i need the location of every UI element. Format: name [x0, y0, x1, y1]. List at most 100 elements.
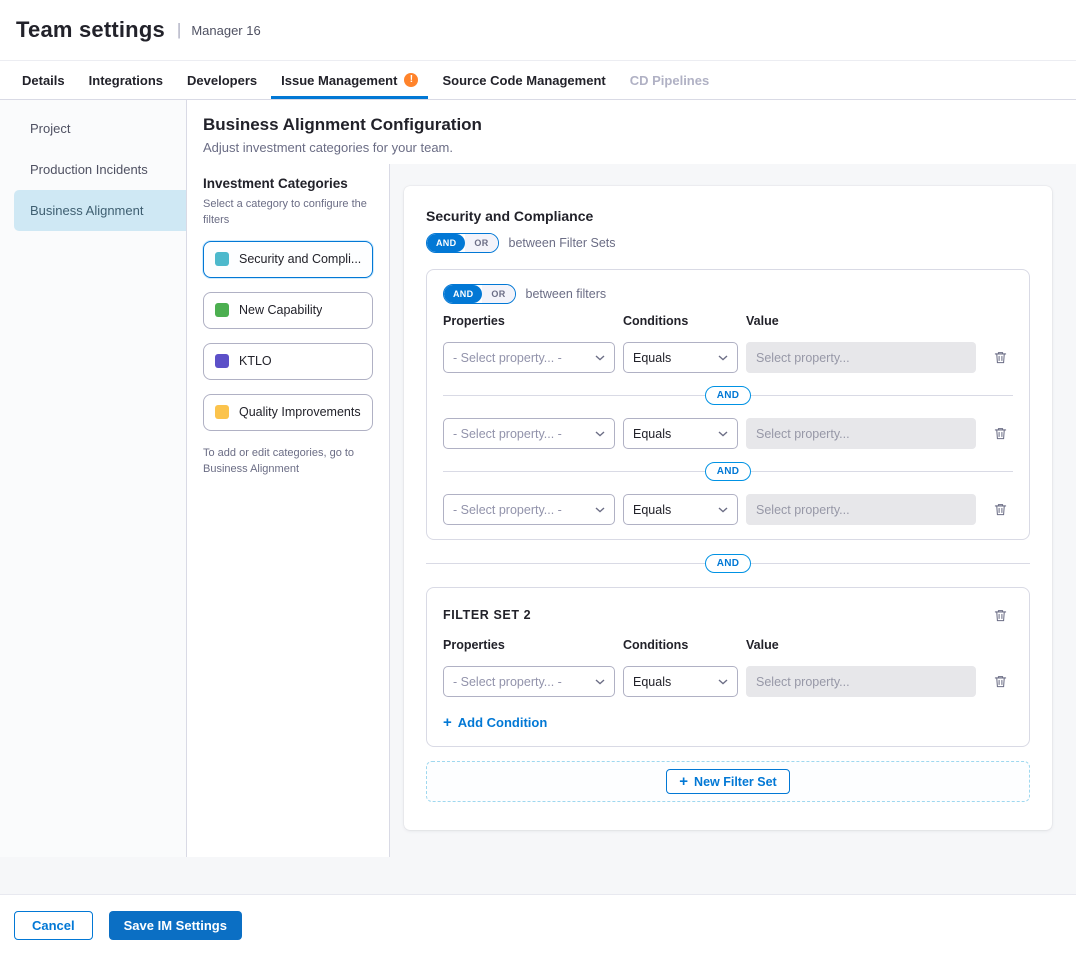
category-color-swatch: [215, 405, 229, 419]
value-column-header: Value: [746, 314, 976, 328]
category-label: KTLO: [239, 354, 272, 368]
delete-row-button[interactable]: [987, 421, 1013, 447]
filter-set-joiner: AND: [426, 554, 1030, 573]
tab-label: Details: [22, 73, 65, 88]
business-alignment-config: Business Alignment Configuration Adjust …: [187, 100, 1076, 857]
plus-icon: +: [443, 715, 452, 730]
value-column-header: Value: [746, 638, 976, 652]
category-color-swatch: [215, 252, 229, 266]
new-filter-set-label: New Filter Set: [694, 775, 777, 789]
tab-developers[interactable]: Developers: [177, 61, 267, 99]
property-select[interactable]: - Select property... -: [443, 418, 615, 449]
between-filter-sets-label: between Filter Sets: [509, 236, 616, 250]
tab-details[interactable]: Details: [12, 61, 75, 99]
title-divider: |: [177, 20, 181, 40]
and-joiner-pill: AND: [705, 462, 752, 481]
trash-icon: [993, 502, 1008, 517]
value-input[interactable]: [746, 342, 976, 373]
condition-select[interactable]: Equals: [623, 342, 738, 373]
sidebar-item-label: Business Alignment: [30, 203, 143, 218]
sidebar-item-production-incidents[interactable]: Production Incidents: [14, 149, 186, 190]
value-input[interactable]: [746, 418, 976, 449]
chevron-down-icon: [595, 679, 605, 685]
property-select[interactable]: - Select property... -: [443, 666, 615, 697]
property-select[interactable]: - Select property... -: [443, 494, 615, 525]
category-label: Security and Compli...: [239, 252, 361, 266]
settings-sidebar: Project Production Incidents Business Al…: [0, 100, 187, 857]
filter-set-2-title: FILTER SET 2: [443, 608, 531, 622]
properties-column-header: Properties: [443, 638, 615, 652]
sidebar-item-label: Project: [30, 121, 70, 136]
filter-columns-header: Properties Conditions Value: [443, 638, 1013, 652]
condition-select-value: Equals: [633, 351, 671, 365]
delete-row-button[interactable]: [987, 669, 1013, 695]
tab-source-code-management[interactable]: Source Code Management: [432, 61, 615, 99]
delete-filter-set-button[interactable]: [987, 602, 1013, 628]
condition-select-value: Equals: [633, 675, 671, 689]
category-new-capability[interactable]: New Capability: [203, 292, 373, 329]
value-input[interactable]: [746, 494, 976, 525]
condition-select[interactable]: Equals: [623, 418, 738, 449]
page-title: Team settings: [16, 17, 165, 43]
sidebar-item-project[interactable]: Project: [14, 108, 186, 149]
config-header: Business Alignment Configuration Adjust …: [187, 100, 1076, 164]
sidebar-item-label: Production Incidents: [30, 162, 148, 177]
filter-config-area: Security and Compliance AND OR between F…: [390, 164, 1076, 857]
and-option[interactable]: AND: [427, 234, 465, 252]
new-filter-set-dropzone: + New Filter Set: [426, 761, 1030, 802]
filter-row: - Select property... - Equals: [443, 666, 1013, 697]
condition-select-value: Equals: [633, 427, 671, 441]
chevron-down-icon: [595, 507, 605, 513]
condition-select[interactable]: Equals: [623, 494, 738, 525]
value-input[interactable]: [746, 666, 976, 697]
and-or-toggle[interactable]: AND OR: [443, 284, 516, 304]
tab-label: Developers: [187, 73, 257, 88]
chevron-down-icon: [595, 355, 605, 361]
tab-issue-management[interactable]: Issue Management !: [271, 61, 428, 99]
or-option[interactable]: OR: [482, 285, 514, 303]
row-joiner: AND: [443, 462, 1013, 481]
cancel-button[interactable]: Cancel: [14, 911, 93, 940]
conditions-column-header: Conditions: [623, 314, 738, 328]
category-security-and-compliance[interactable]: Security and Compli...: [203, 241, 373, 278]
or-option[interactable]: OR: [465, 234, 497, 252]
trash-icon: [993, 426, 1008, 441]
condition-select[interactable]: Equals: [623, 666, 738, 697]
and-option[interactable]: AND: [444, 285, 482, 303]
category-label: New Capability: [239, 303, 322, 317]
config-title: Business Alignment Configuration: [203, 115, 1060, 135]
config-subtitle: Adjust investment categories for your te…: [203, 140, 1060, 155]
add-condition-button[interactable]: + Add Condition: [443, 715, 547, 730]
warning-icon: !: [404, 73, 418, 87]
filter-sets-operator-row: AND OR between Filter Sets: [426, 233, 1030, 253]
delete-row-button[interactable]: [987, 497, 1013, 523]
filter-row: - Select property... - Equals: [443, 418, 1013, 449]
category-quality-improvements[interactable]: Quality Improvements: [203, 394, 373, 431]
category-color-swatch: [215, 354, 229, 368]
property-select-value: - Select property... -: [453, 675, 562, 689]
sidebar-item-business-alignment[interactable]: Business Alignment: [14, 190, 186, 231]
trash-icon: [993, 674, 1008, 689]
content-spacer: [0, 857, 1076, 894]
filter-columns-header: Properties Conditions Value: [443, 314, 1013, 328]
and-or-toggle[interactable]: AND OR: [426, 233, 499, 253]
filter-row: - Select property... - Equals: [443, 494, 1013, 525]
trash-icon: [993, 608, 1008, 623]
between-filters-label: between filters: [526, 287, 607, 301]
and-joiner-pill: AND: [705, 554, 752, 573]
save-im-settings-button[interactable]: Save IM Settings: [109, 911, 242, 940]
condition-select-value: Equals: [633, 503, 671, 517]
new-filter-set-button[interactable]: + New Filter Set: [666, 769, 789, 794]
tab-cd-pipelines: CD Pipelines: [620, 61, 719, 99]
tab-label: Integrations: [89, 73, 163, 88]
category-ktlo[interactable]: KTLO: [203, 343, 373, 380]
delete-row-button[interactable]: [987, 345, 1013, 371]
filter-set-2: FILTER SET 2 Properties Conditions Value: [426, 587, 1030, 747]
property-select[interactable]: - Select property... -: [443, 342, 615, 373]
plus-icon: +: [679, 774, 688, 789]
investment-categories-title: Investment Categories: [203, 176, 373, 191]
tab-label: CD Pipelines: [630, 73, 709, 88]
category-color-swatch: [215, 303, 229, 317]
selected-category-title: Security and Compliance: [426, 208, 1030, 224]
tab-integrations[interactable]: Integrations: [79, 61, 173, 99]
